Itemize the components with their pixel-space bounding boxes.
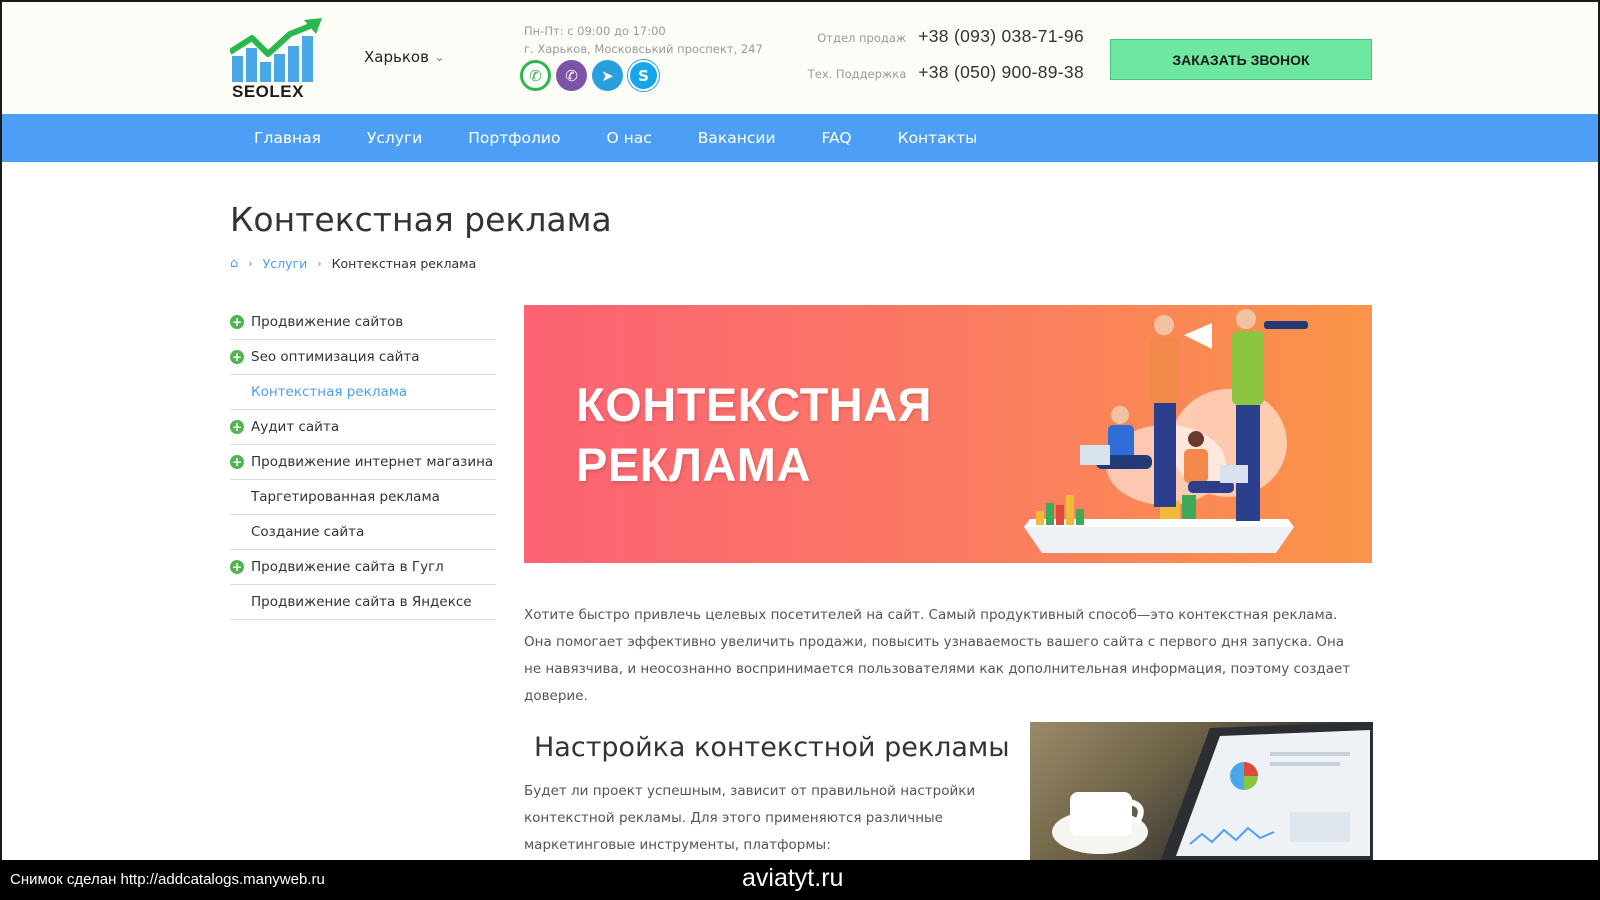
plus-icon[interactable]: + bbox=[230, 455, 244, 469]
sidebar-item-label: Продвижение сайтов bbox=[251, 314, 404, 330]
sidebar-item-label: Seo оптимизация сайта bbox=[251, 349, 420, 365]
phone-block: Отдел продаж +38 (093) 038-71-96 Тех. По… bbox=[794, 26, 1084, 98]
chevron-down-icon: ⌄ bbox=[434, 50, 445, 64]
page-title: Контекстная реклама bbox=[230, 200, 612, 239]
nav-item-faq[interactable]: FAQ bbox=[799, 114, 875, 162]
sidebar-item[interactable]: + Продвижение сайтов bbox=[230, 305, 496, 340]
logo-text: SEOLEX bbox=[232, 82, 304, 101]
sidebar-item-label: Продвижение сайта в Гугл bbox=[251, 559, 444, 575]
banner-illustration bbox=[1024, 309, 1308, 553]
sidebar-item-label: Продвижение интернет магазина bbox=[251, 454, 494, 470]
hero-banner: КОНТЕКСТНАЯ РЕКЛАМА bbox=[524, 305, 1372, 563]
sidebar-item[interactable]: + Продвижение интернет магазина bbox=[230, 445, 496, 480]
sidebar-item[interactable]: + Продвижение сайта в Гугл bbox=[230, 550, 496, 585]
snapshot-caption: Снимок сделан http://addcatalogs.manyweb… bbox=[10, 871, 325, 888]
breadcrumb-link-services[interactable]: Услуги bbox=[263, 256, 308, 271]
messenger-links: ✆ ✆ ➤ S bbox=[520, 60, 659, 91]
sidebar-item[interactable]: + Аудит сайта bbox=[230, 410, 496, 445]
plus-icon[interactable]: + bbox=[230, 560, 244, 574]
section-heading: Настройка контекстной рекламы bbox=[534, 732, 1010, 763]
plus-icon[interactable]: + bbox=[230, 315, 244, 329]
sidebar-item-label: Продвижение сайта в Яндексе bbox=[251, 594, 472, 610]
whatsapp-icon[interactable]: ✆ bbox=[520, 60, 551, 91]
sidebar-item-label: Аудит сайта bbox=[251, 419, 340, 435]
hours-line: Пн-Пт: с 09:00 до 17:00 bbox=[524, 24, 666, 38]
support-phone-row: Тех. Поддержка +38 (050) 900-89-38 bbox=[794, 62, 1084, 98]
telegram-icon[interactable]: ➤ bbox=[592, 60, 623, 91]
order-call-button[interactable]: ЗАКАЗАТЬ ЗВОНОК bbox=[1110, 39, 1372, 80]
sidebar-item-label: Создание сайта bbox=[251, 524, 365, 540]
plus-icon[interactable]: + bbox=[230, 420, 244, 434]
viber-icon[interactable]: ✆ bbox=[556, 60, 587, 91]
working-hours: Пн-Пт: с 09:00 до 17:00 г. Харьков, Моск… bbox=[524, 22, 763, 58]
analytics-photo bbox=[1030, 722, 1373, 860]
page-frame: SEOLEX Харьков ⌄ Пн-Пт: с 09:00 до 17:00… bbox=[0, 0, 1600, 860]
sidebar-item[interactable]: Создание сайта bbox=[230, 515, 496, 550]
plus-icon[interactable]: + bbox=[230, 350, 244, 364]
sidebar-item[interactable]: Таргетированная реклама bbox=[230, 480, 496, 515]
sidebar-item-label: Контекстная реклама bbox=[251, 384, 408, 400]
sidebar-item[interactable]: + Seo оптимизация сайта bbox=[230, 340, 496, 375]
city-label: Харьков bbox=[364, 48, 429, 66]
nav-item-contacts[interactable]: Контакты bbox=[875, 114, 1001, 162]
nav-item-portfolio[interactable]: Портфолио bbox=[445, 114, 583, 162]
intro-paragraph: Хотите быстро привлечь целевых посетител… bbox=[524, 607, 1351, 704]
sales-phone-row: Отдел продаж +38 (093) 038-71-96 bbox=[794, 26, 1084, 62]
photo-illustration bbox=[1052, 722, 1373, 860]
site-header: SEOLEX Харьков ⌄ Пн-Пт: с 09:00 до 17:00… bbox=[2, 2, 1598, 114]
sales-phone[interactable]: +38 (093) 038-71-96 bbox=[918, 26, 1084, 47]
sidebar-item-label: Таргетированная реклама bbox=[251, 489, 440, 505]
section-paragraph: Будет ли проект успешным, зависит от пра… bbox=[524, 783, 976, 853]
city-selector[interactable]: Харьков ⌄ bbox=[364, 48, 444, 66]
nav-item-services[interactable]: Услуги bbox=[344, 114, 445, 162]
sales-label: Отдел продаж bbox=[817, 31, 907, 45]
nav-item-about[interactable]: О нас bbox=[583, 114, 674, 162]
site-watermark: aviatyt.ru bbox=[742, 864, 844, 892]
address-line: г. Харьков, Московський проспект, 247 bbox=[524, 42, 763, 56]
support-label: Тех. Поддержка bbox=[807, 67, 907, 81]
breadcrumb-separator: › bbox=[317, 257, 322, 270]
breadcrumb: ⌂ › Услуги › Контекстная реклама bbox=[230, 256, 476, 271]
breadcrumb-separator: › bbox=[248, 257, 253, 270]
services-sidebar: + Продвижение сайтов + Seo оптимизация сай… bbox=[230, 305, 496, 620]
sidebar-item[interactable]: Продвижение сайта в Яндексе bbox=[230, 585, 496, 620]
sidebar-item-active[interactable]: Контекстная реклама bbox=[230, 375, 496, 410]
nav-item-home[interactable]: Главная bbox=[250, 114, 344, 162]
main-nav: Главная Услуги Портфолио О нас Вакансии … bbox=[2, 114, 1598, 162]
nav-item-vacancies[interactable]: Вакансии bbox=[675, 114, 799, 162]
support-phone[interactable]: +38 (050) 900-89-38 bbox=[918, 62, 1084, 83]
skype-icon[interactable]: S bbox=[628, 60, 659, 91]
home-icon[interactable]: ⌂ bbox=[230, 256, 238, 271]
breadcrumb-current: Контекстная реклама bbox=[331, 256, 477, 271]
